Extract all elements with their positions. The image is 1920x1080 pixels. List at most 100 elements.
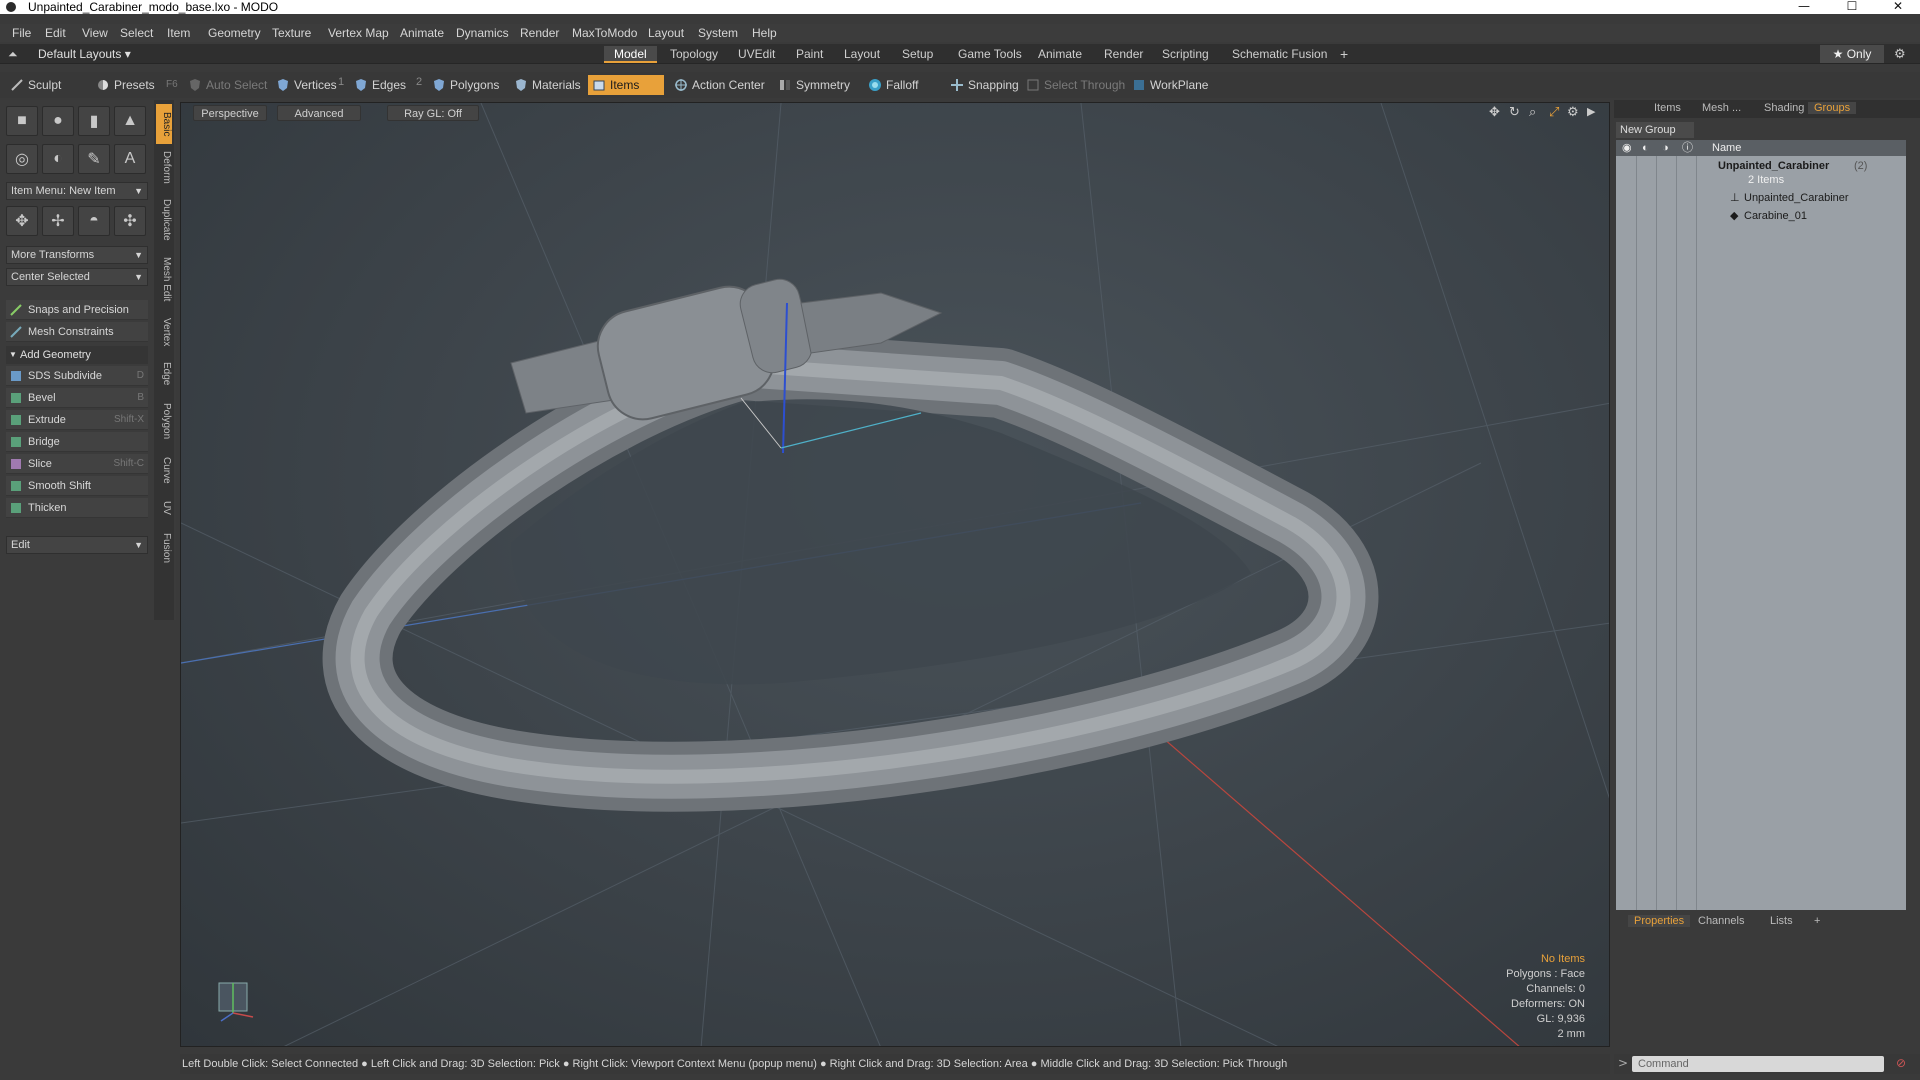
close-button[interactable]: ✕ (1876, 0, 1920, 14)
pen-icon[interactable]: ✎ (78, 144, 110, 174)
record-icon[interactable]: ⊘ (1896, 1056, 1906, 1070)
menu-edit[interactable]: Edit (45, 26, 66, 40)
rotate-icon[interactable]: ✢ (42, 206, 74, 236)
add-panel-tab[interactable]: + (1814, 915, 1820, 927)
eye-icon[interactable]: ◉ (1622, 140, 1632, 156)
menu-help[interactable]: Help (752, 26, 777, 40)
auto-select-button[interactable]: Auto Select (184, 75, 267, 95)
maximize-button[interactable]: ☐ (1830, 0, 1874, 14)
vertices-button[interactable]: Vertices (272, 75, 337, 95)
sphere-icon[interactable]: ● (42, 106, 74, 136)
tab-topology[interactable]: Topology (660, 46, 728, 63)
tab-groups[interactable]: Groups (1808, 102, 1857, 114)
minimize-button[interactable]: — (1782, 0, 1826, 14)
rotate-view-icon[interactable]: ↻ (1509, 105, 1520, 120)
transform-icon[interactable]: ✣ (114, 206, 146, 236)
perspective-dropdown[interactable]: Perspective (193, 105, 267, 121)
only-toggle[interactable]: ★ Only (1820, 45, 1884, 63)
menu-view[interactable]: View (82, 26, 108, 40)
tab-channels[interactable]: Channels (1698, 915, 1744, 927)
vtab-duplicate[interactable]: Duplicate (156, 194, 172, 246)
sds-subdivide-button[interactable]: SDS Subdivide D (6, 366, 148, 386)
menu-texture[interactable]: Texture (272, 26, 311, 40)
capsule-icon[interactable]: ◐ (42, 144, 74, 174)
sculpt-button[interactable]: Sculpt (6, 75, 90, 95)
menu-select[interactable]: Select (120, 26, 153, 40)
tab-layout[interactable]: Layout (834, 46, 890, 63)
vtab-deform[interactable]: Deform (156, 146, 172, 188)
edges-button[interactable]: Edges (350, 75, 406, 95)
tab-schematic-fusion[interactable]: Schematic Fusion (1222, 46, 1337, 63)
presets-button[interactable]: Presets F6 (92, 75, 178, 95)
materials-button[interactable]: Materials (510, 75, 581, 95)
vtab-edge[interactable]: Edge (156, 358, 172, 390)
polygons-button[interactable]: Polygons (428, 75, 499, 95)
cone-icon[interactable]: ▲ (114, 106, 146, 136)
item-menu-dropdown[interactable]: Item Menu: New Item ▼ (6, 182, 148, 200)
default-layouts-dropdown[interactable]: Default Layouts ▾ (38, 47, 131, 61)
groups-list[interactable]: ◉ ◐ ◑ ⓘ Name Unpainted_Carabiner (2) 2 I… (1616, 140, 1906, 910)
select-icon[interactable]: ◑ (1662, 140, 1669, 156)
list-item[interactable]: ⊥ Unpainted_Carabiner (1616, 190, 1906, 206)
extrude-button[interactable]: Extrude Shift-X (6, 410, 148, 430)
gear-icon[interactable]: ⚙ (1894, 46, 1906, 62)
more-transforms-dropdown[interactable]: More Transforms ▼ (6, 246, 148, 264)
layout-up-icon[interactable]: ⏶ (8, 47, 18, 62)
fit-icon[interactable]: ⤢ (1549, 105, 1559, 120)
tab-properties[interactable]: Properties (1628, 915, 1691, 927)
tab-mesh[interactable]: Mesh ... (1702, 102, 1741, 114)
edit-dropdown[interactable]: Edit ▼ (6, 536, 148, 554)
menu-layout[interactable]: Layout (648, 26, 684, 40)
vtab-curve[interactable]: Curve (156, 452, 172, 488)
tab-lists[interactable]: Lists (1770, 915, 1793, 927)
3d-viewport[interactable]: Perspective Advanced Ray GL: Off ✥ ↻ ⌕ ⤢… (180, 102, 1610, 1047)
move-icon[interactable]: ✥ (6, 206, 38, 236)
tab-render[interactable]: Render (1094, 46, 1153, 63)
text-tool-icon[interactable]: A (114, 144, 146, 174)
cylinder-icon[interactable]: ▮ (78, 106, 110, 136)
pan-icon[interactable]: ✥ (1489, 105, 1500, 120)
bridge-button[interactable]: Bridge (6, 432, 148, 452)
menu-geometry[interactable]: Geometry (208, 26, 261, 40)
vtab-basic[interactable]: Basic (156, 104, 172, 144)
tab-animate[interactable]: Animate (1028, 46, 1092, 63)
thicken-button[interactable]: Thicken (6, 498, 148, 518)
tab-shading[interactable]: Shading (1764, 102, 1804, 114)
tab-game-tools[interactable]: Game Tools (948, 46, 1032, 63)
new-group-button[interactable]: New Group (1616, 122, 1694, 138)
tab-scripting[interactable]: Scripting (1152, 46, 1219, 63)
menu-vertex-map[interactable]: Vertex Map (328, 26, 389, 40)
zoom-icon[interactable]: ⌕ (1529, 105, 1536, 120)
vtab-fusion[interactable]: Fusion (156, 528, 172, 568)
carabiner-model[interactable] (322, 275, 1379, 812)
menu-system[interactable]: System (698, 26, 738, 40)
menu-animate[interactable]: Animate (400, 26, 444, 40)
smooth-shift-button[interactable]: Smooth Shift (6, 476, 148, 496)
torus-icon[interactable]: ◎ (6, 144, 38, 174)
mesh-constraints-button[interactable]: Mesh Constraints (6, 322, 148, 342)
vtab-mesh-edit[interactable]: Mesh Edit (156, 254, 172, 304)
menu-item[interactable]: Item (167, 26, 190, 40)
slice-button[interactable]: Slice Shift-C (6, 454, 148, 474)
menu-dynamics[interactable]: Dynamics (456, 26, 509, 40)
snapping-button[interactable]: Snapping (946, 75, 1019, 95)
menu-maxtomodo[interactable]: MaxToModo (572, 26, 637, 40)
snaps-precision-button[interactable]: Snaps and Precision (6, 300, 148, 320)
menu-render[interactable]: Render (520, 26, 559, 40)
viewport-menu-icon[interactable]: ▶ (1587, 105, 1595, 118)
vtab-polygon[interactable]: Polygon (156, 398, 172, 444)
symmetry-button[interactable]: Symmetry (774, 75, 850, 95)
items-button[interactable]: Items (588, 75, 664, 95)
advanced-dropdown[interactable]: Advanced (277, 105, 361, 121)
add-tab-button[interactable]: + (1330, 46, 1358, 63)
add-geometry-header[interactable]: ▼ Add Geometry (6, 346, 148, 364)
tab-paint[interactable]: Paint (786, 46, 833, 63)
center-selected-dropdown[interactable]: Center Selected ▼ (6, 268, 148, 286)
select-through-button[interactable]: Select Through (1022, 75, 1125, 95)
vtab-uv[interactable]: UV (156, 496, 172, 520)
list-item[interactable]: ◆ Carabine_01 (1616, 208, 1906, 224)
action-center-button[interactable]: Action Center (670, 75, 765, 95)
lock-icon[interactable]: ◐ (1642, 140, 1649, 156)
tab-model[interactable]: Model (604, 46, 657, 63)
tab-uvedit[interactable]: UVEdit (728, 46, 785, 63)
